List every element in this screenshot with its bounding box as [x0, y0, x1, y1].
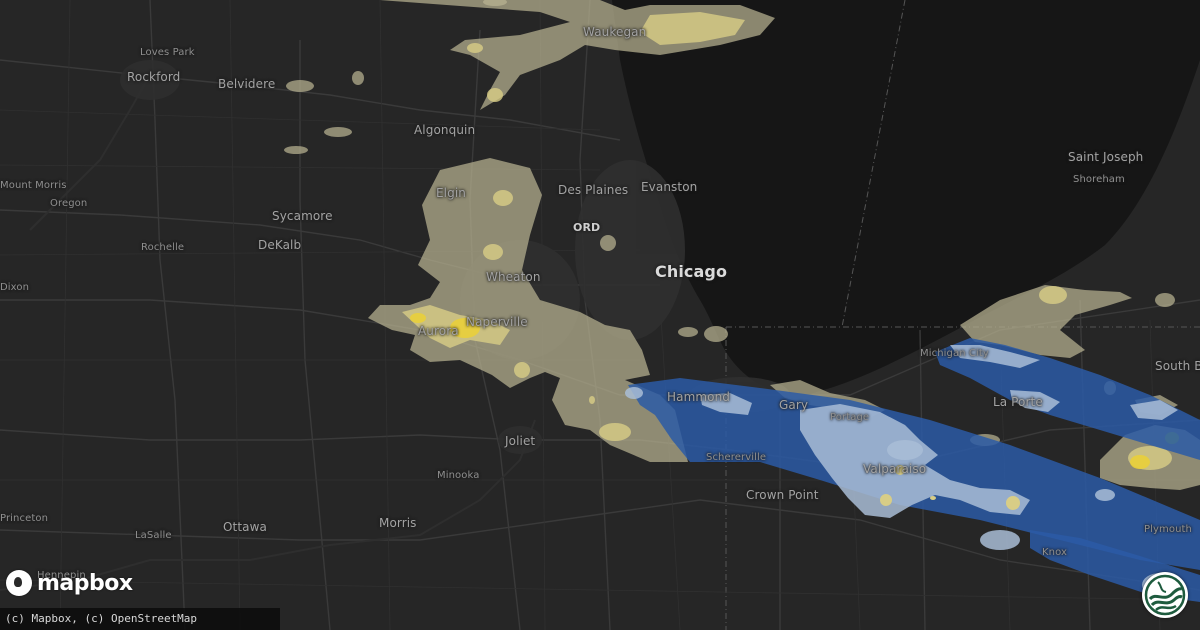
- place-label: Rockford: [127, 70, 181, 84]
- place-label: Minooka: [437, 470, 480, 481]
- place-label: DeKalb: [258, 238, 302, 252]
- place-label: Evanston: [641, 180, 698, 194]
- place-label: Morris: [379, 516, 417, 530]
- weather-globe-icon: [1144, 574, 1186, 616]
- place-label: La Porte: [993, 395, 1043, 409]
- place-label: LaSalle: [135, 530, 172, 541]
- place-label: Hammond: [667, 390, 731, 404]
- place-label: Mount Morris: [0, 180, 67, 191]
- rock-river: [29, 74, 151, 231]
- place-label: Elgin: [436, 186, 466, 200]
- place-label: Oregon: [50, 198, 88, 209]
- illinois-river: [0, 419, 536, 591]
- place-label: Algonquin: [414, 123, 476, 137]
- place-label: Schererville: [706, 452, 767, 463]
- airport-label: ORD: [573, 221, 601, 234]
- place-label: Waukegan: [583, 25, 647, 39]
- place-label: Dixon: [0, 282, 30, 293]
- mapbox-logo[interactable]: mapbox: [6, 568, 133, 598]
- lake-michigan: [612, 0, 1200, 395]
- place-label: Saint Joseph: [1068, 150, 1144, 164]
- place-label: Aurora: [418, 324, 459, 338]
- place-label: Rochelle: [141, 242, 185, 253]
- map-base-layer: [0, 0, 1200, 630]
- place-label: Shoreham: [1073, 174, 1125, 185]
- weather-map[interactable]: Waukegan Loves Park Rockford Belvidere A…: [0, 0, 1200, 630]
- place-label: Crown Point: [746, 488, 819, 502]
- place-label: Plymouth: [1144, 524, 1192, 535]
- mapbox-wordmark: mapbox: [37, 570, 133, 596]
- map-attribution[interactable]: (c) Mapbox, (c) OpenStreetMap: [0, 608, 280, 630]
- place-label: Princeton: [0, 513, 49, 524]
- place-label: Naperville: [466, 315, 528, 329]
- place-label: Michigan City: [920, 348, 989, 359]
- place-label: Knox: [1042, 547, 1068, 558]
- place-label: Gary: [779, 398, 809, 412]
- place-label: South Bend: [1155, 359, 1200, 373]
- city-label: Chicago: [655, 262, 728, 281]
- weather-globe-badge[interactable]: [1142, 572, 1188, 618]
- place-label: Des Plaines: [558, 183, 629, 197]
- place-label: Loves Park: [140, 47, 195, 58]
- place-label: Sycamore: [272, 209, 333, 223]
- place-label: Joliet: [505, 434, 536, 448]
- mapbox-logo-icon: [6, 570, 32, 596]
- place-label: Ottawa: [223, 520, 267, 534]
- place-label: Portage: [830, 412, 870, 423]
- place-label: Belvidere: [218, 77, 276, 91]
- place-label: Wheaton: [486, 270, 541, 284]
- place-label: Valparaiso: [863, 462, 927, 476]
